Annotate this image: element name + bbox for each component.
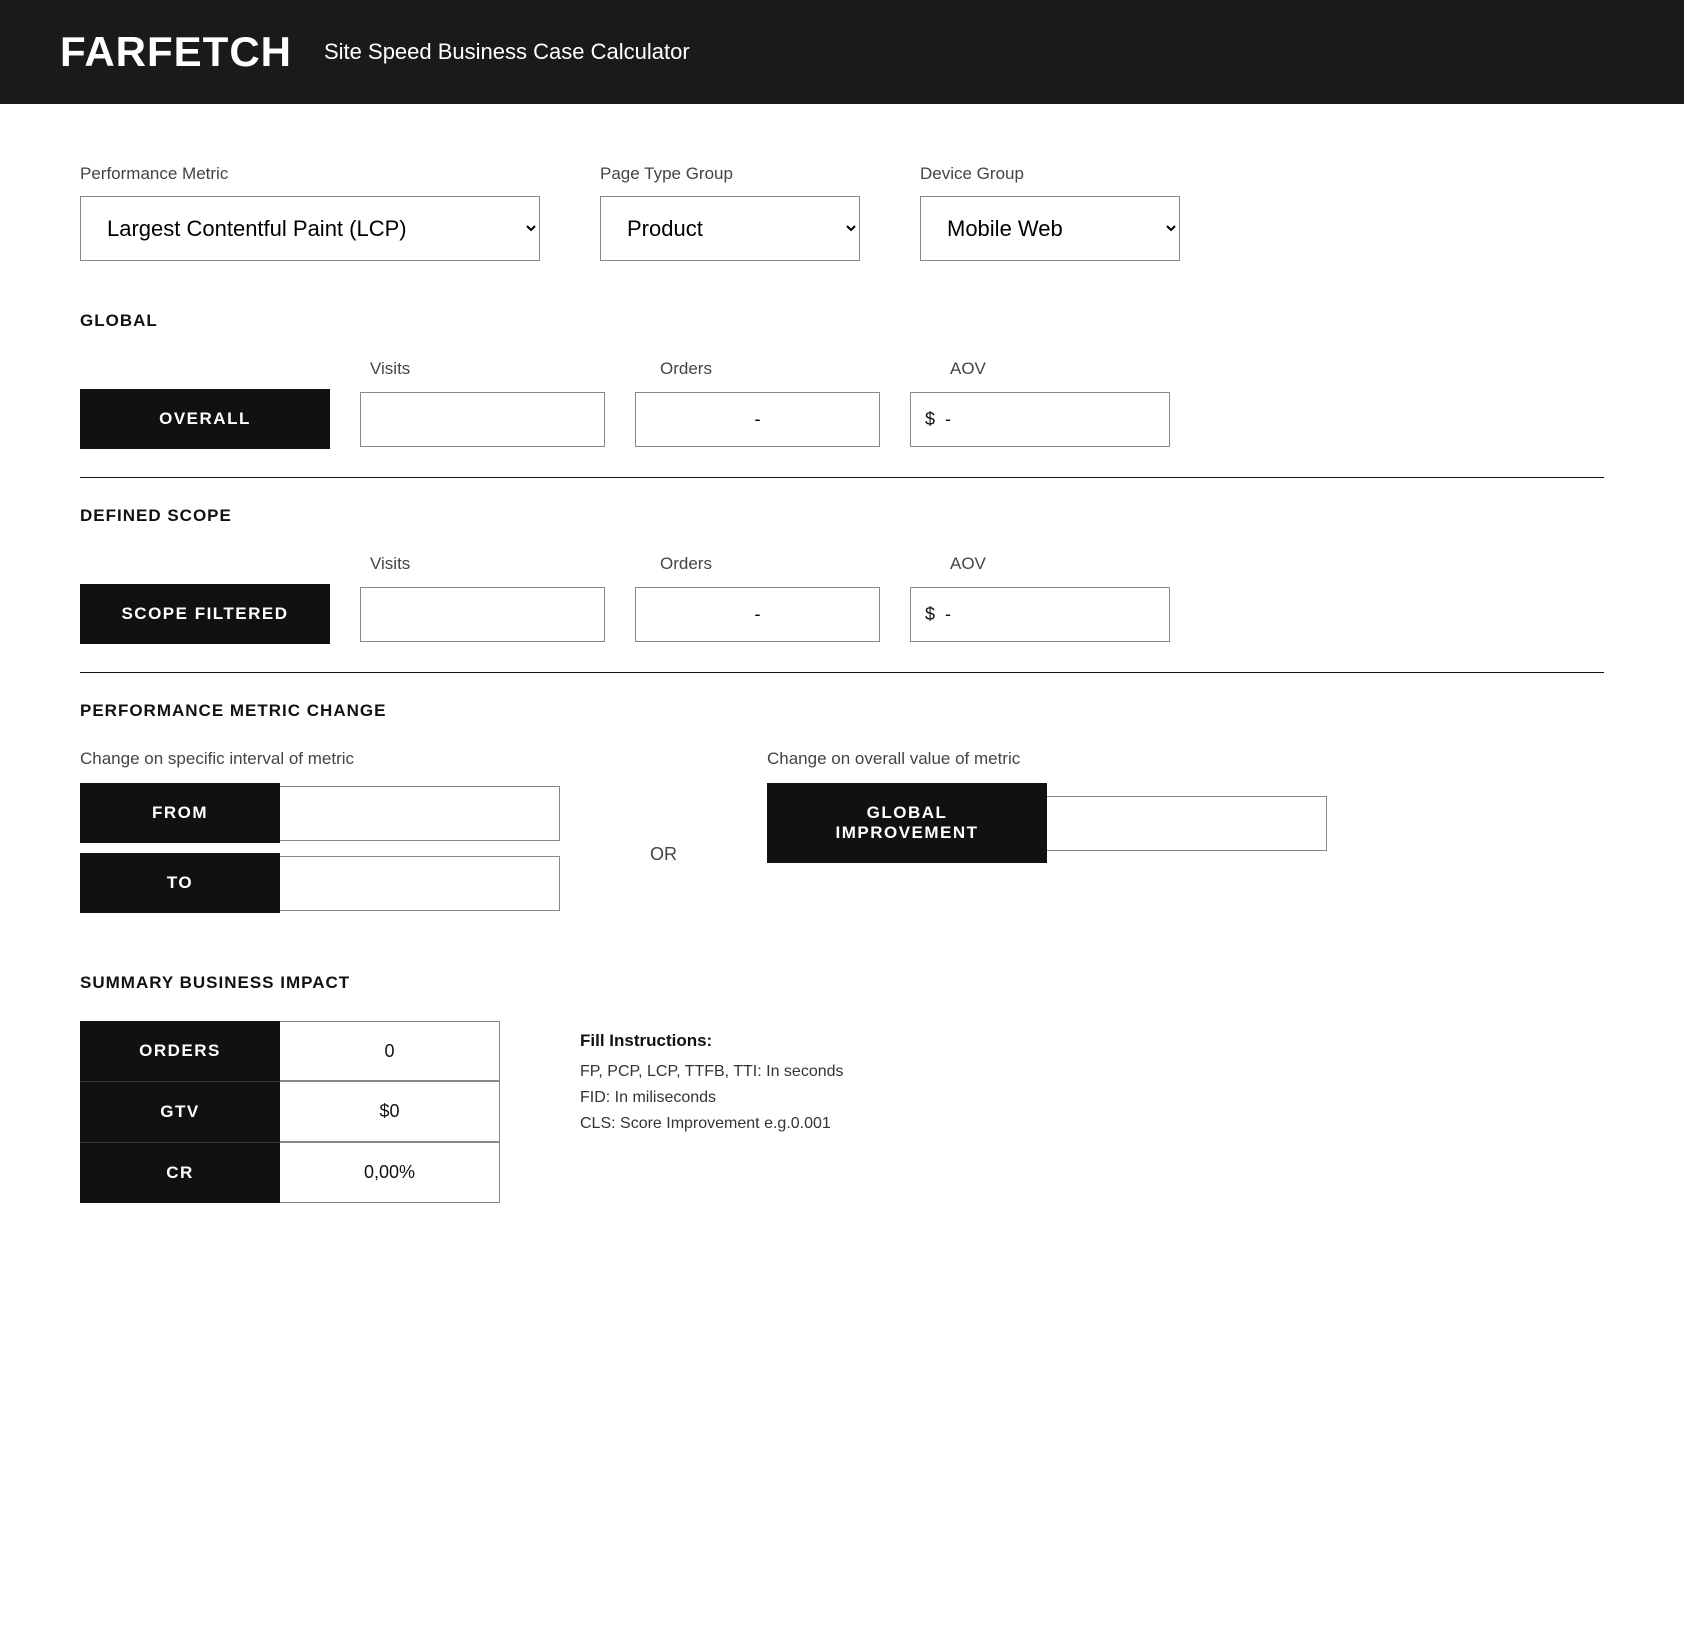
performance-metric-select[interactable]: Largest Contentful Paint (LCP) <box>80 196 540 261</box>
from-input[interactable] <box>280 786 560 841</box>
global-section: GLOBAL Visits Orders AOV OVERALL $ - DEF… <box>80 311 1604 673</box>
performance-metric-change-section: PERFORMANCE METRIC CHANGE Change on spec… <box>80 701 1604 923</box>
scope-orders-input[interactable] <box>635 587 880 642</box>
performance-metric-label: Performance Metric <box>80 164 540 184</box>
overall-aov-wrapper: $ - <box>910 392 1170 447</box>
overall-visits-input[interactable] <box>360 392 605 447</box>
performance-metric-group: Performance Metric Largest Contentful Pa… <box>80 164 540 261</box>
orders-value: 0 <box>280 1021 500 1081</box>
page-type-select[interactable]: Product <box>600 196 860 261</box>
global-improvement-row: GLOBAL IMPROVEMENT <box>767 783 1327 863</box>
from-row: FROM <box>80 783 560 843</box>
page-type-label: Page Type Group <box>600 164 860 184</box>
scope-filtered-button[interactable]: SCOPE FILTERED <box>80 584 330 644</box>
or-text: OR <box>650 808 677 865</box>
summary-row-orders: ORDERS 0 <box>80 1021 500 1081</box>
scope-col-headers: Visits Orders AOV <box>80 554 1604 574</box>
perf-columns: Change on specific interval of metric FR… <box>80 749 1604 923</box>
perf-change-label: PERFORMANCE METRIC CHANGE <box>80 701 1604 721</box>
perf-left-label: Change on specific interval of metric <box>80 749 560 769</box>
device-group-field: Device Group Mobile Web <box>920 164 1180 261</box>
scope-filtered-row: SCOPE FILTERED $ - <box>80 584 1604 644</box>
summary-row-gtv: GTV $0 <box>80 1081 500 1142</box>
gtv-label: GTV <box>80 1081 280 1142</box>
fill-title: Fill Instructions: <box>580 1031 844 1051</box>
page-type-group-field: Page Type Group Product <box>600 164 860 261</box>
scope-orders-col-header: Orders <box>660 554 920 574</box>
overall-aov-value: - <box>945 393 1169 446</box>
from-button[interactable]: FROM <box>80 783 280 843</box>
orders-col-header: Orders <box>660 359 920 379</box>
to-input[interactable] <box>280 856 560 911</box>
app-subtitle: Site Speed Business Case Calculator <box>324 39 690 65</box>
global-label: GLOBAL <box>80 311 1604 331</box>
logo: FARFETCH <box>60 28 292 76</box>
scope-aov-dollar: $ <box>911 588 945 641</box>
perf-right-col: Change on overall value of metric GLOBAL… <box>767 749 1327 873</box>
summary-row-cr: CR 0,00% <box>80 1142 500 1203</box>
summary-grid: ORDERS 0 GTV $0 CR 0,00% Fill Instructio… <box>80 1021 1604 1203</box>
fill-item-2: CLS: Score Improvement e.g.0.001 <box>580 1115 844 1133</box>
scope-aov-value: - <box>945 588 1169 641</box>
main-content: Performance Metric Largest Contentful Pa… <box>0 104 1684 1303</box>
global-improvement-input[interactable] <box>1047 796 1327 851</box>
header: FARFETCH Site Speed Business Case Calcul… <box>0 0 1684 104</box>
summary-section: SUMMARY BUSINESS IMPACT ORDERS 0 GTV $0 … <box>80 973 1604 1203</box>
device-group-select[interactable]: Mobile Web <box>920 196 1180 261</box>
scope-aov-col-header: AOV <box>950 554 986 574</box>
aov-col-header: AOV <box>950 359 986 379</box>
visits-col-header: Visits <box>370 359 630 379</box>
cr-label: CR <box>80 1142 280 1203</box>
divider-2 <box>80 672 1604 673</box>
fill-instructions: Fill Instructions: FP, PCP, LCP, TTFB, T… <box>580 1021 844 1141</box>
summary-label: SUMMARY BUSINESS IMPACT <box>80 973 1604 993</box>
defined-scope-label: DEFINED SCOPE <box>80 506 1604 526</box>
device-group-label: Device Group <box>920 164 1180 184</box>
fill-item-0: FP, PCP, LCP, TTFB, TTI: In seconds <box>580 1063 844 1081</box>
scope-visits-col-header: Visits <box>370 554 630 574</box>
overall-aov-dollar: $ <box>911 393 945 446</box>
summary-table: ORDERS 0 GTV $0 CR 0,00% <box>80 1021 500 1203</box>
fill-item-1: FID: In miliseconds <box>580 1089 844 1107</box>
overall-row: OVERALL $ - <box>80 389 1604 449</box>
gtv-value: $0 <box>280 1081 500 1142</box>
perf-left-col: Change on specific interval of metric FR… <box>80 749 560 923</box>
to-button[interactable]: TO <box>80 853 280 913</box>
cr-value: 0,00% <box>280 1142 500 1203</box>
overall-button[interactable]: OVERALL <box>80 389 330 449</box>
orders-label: ORDERS <box>80 1021 280 1081</box>
scope-aov-wrapper: $ - <box>910 587 1170 642</box>
scope-visits-input[interactable] <box>360 587 605 642</box>
top-selects: Performance Metric Largest Contentful Pa… <box>80 164 1604 261</box>
to-row: TO <box>80 853 560 913</box>
overall-orders-input[interactable] <box>635 392 880 447</box>
global-improvement-button[interactable]: GLOBAL IMPROVEMENT <box>767 783 1047 863</box>
global-col-headers: Visits Orders AOV <box>80 359 1604 379</box>
perf-right-label: Change on overall value of metric <box>767 749 1327 769</box>
divider-1 <box>80 477 1604 478</box>
